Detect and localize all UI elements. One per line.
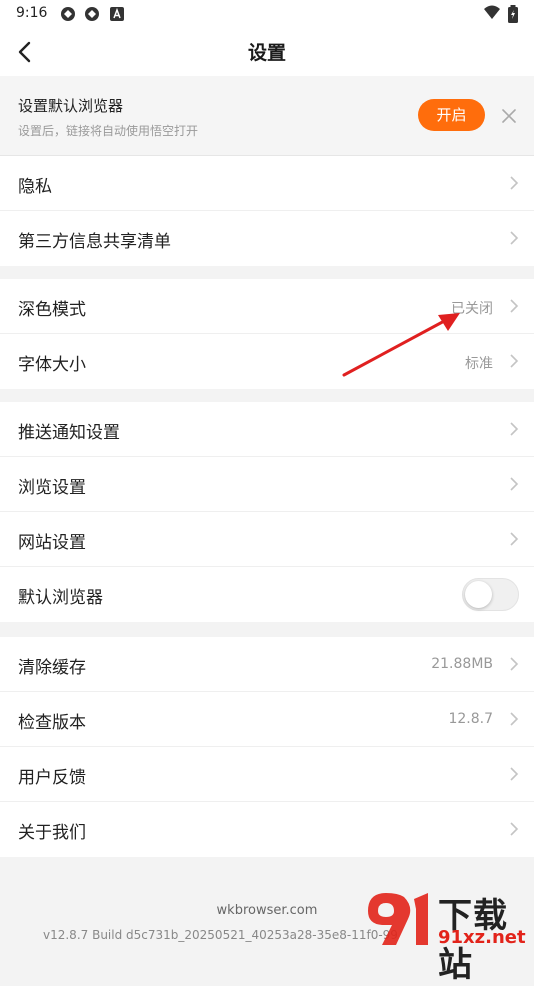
row-value: 12.8.7 <box>448 711 493 727</box>
chevron-right-icon <box>510 822 519 836</box>
banner-subtitle: 设置后，链接将自动使用悟空打开 <box>18 124 199 138</box>
row-label: 检查版本 <box>18 713 86 733</box>
annotation-arrow-icon <box>342 313 460 377</box>
row-label: 用户反馈 <box>18 768 86 788</box>
watermark-logo-icon <box>368 893 428 945</box>
row-value: 21.88MB <box>431 656 493 672</box>
chevron-right-icon <box>510 532 519 546</box>
app-icon <box>61 7 75 21</box>
footer-build-info: v12.8.7 Build d5c731b_20250521_40253a28-… <box>43 928 398 942</box>
top-bar: 设置 <box>0 28 534 76</box>
row-label: 默认浏览器 <box>18 588 103 608</box>
chevron-right-icon <box>510 176 519 190</box>
row-site-settings[interactable]: 网站设置 <box>0 512 534 567</box>
row-label: 网站设置 <box>18 533 86 553</box>
close-icon[interactable] <box>500 107 518 125</box>
row-label: 字体大小 <box>18 355 86 375</box>
app-icon <box>85 7 99 21</box>
status-bar: 9:16 <box>0 0 534 28</box>
row-privacy[interactable]: 隐私 <box>0 156 534 211</box>
row-feedback[interactable]: 用户反馈 <box>0 747 534 802</box>
row-label: 隐私 <box>18 177 52 197</box>
toggle-knob <box>465 581 492 608</box>
status-time: 9:16 <box>16 5 48 21</box>
battery-icon <box>508 5 518 23</box>
chevron-right-icon <box>510 299 519 313</box>
chevron-right-icon <box>510 712 519 726</box>
page-title: 设置 <box>247 42 286 64</box>
row-label: 推送通知设置 <box>18 423 120 443</box>
row-browsing-settings[interactable]: 浏览设置 <box>0 457 534 512</box>
settings-group-about: 清除缓存 21.88MB 检查版本 12.8.7 用户反馈 关于我们 <box>0 637 534 857</box>
chevron-right-icon <box>510 657 519 671</box>
chevron-right-icon <box>510 767 519 781</box>
default-browser-banner: 设置默认浏览器 设置后，链接将自动使用悟空打开 开启 <box>0 76 534 156</box>
enable-button[interactable]: 开启 <box>418 99 485 131</box>
row-third-party-sharing[interactable]: 第三方信息共享清单 <box>0 211 534 266</box>
chevron-right-icon <box>510 477 519 491</box>
settings-group-browsing: 推送通知设置 浏览设置 网站设置 默认浏览器 <box>0 402 534 622</box>
chevron-right-icon <box>510 422 519 436</box>
chevron-right-icon <box>510 354 519 368</box>
row-push-notifications[interactable]: 推送通知设置 <box>0 402 534 457</box>
a-icon <box>110 7 124 21</box>
row-default-browser: 默认浏览器 <box>0 567 534 622</box>
watermark-text-bottom: 91xz.net <box>438 927 526 948</box>
row-label: 关于我们 <box>18 823 86 843</box>
row-check-version[interactable]: 检查版本 12.8.7 <box>0 692 534 747</box>
wifi-icon <box>484 5 500 19</box>
row-label: 浏览设置 <box>18 478 86 498</box>
banner-title: 设置默认浏览器 <box>18 97 124 115</box>
settings-group-privacy: 隐私 第三方信息共享清单 <box>0 156 534 266</box>
row-label: 深色模式 <box>18 300 86 320</box>
default-browser-toggle[interactable] <box>462 578 519 611</box>
row-label: 清除缓存 <box>18 658 86 678</box>
row-clear-cache[interactable]: 清除缓存 21.88MB <box>0 637 534 692</box>
chevron-right-icon <box>510 231 519 245</box>
row-label: 第三方信息共享清单 <box>18 232 171 252</box>
row-about-us[interactable]: 关于我们 <box>0 802 534 857</box>
